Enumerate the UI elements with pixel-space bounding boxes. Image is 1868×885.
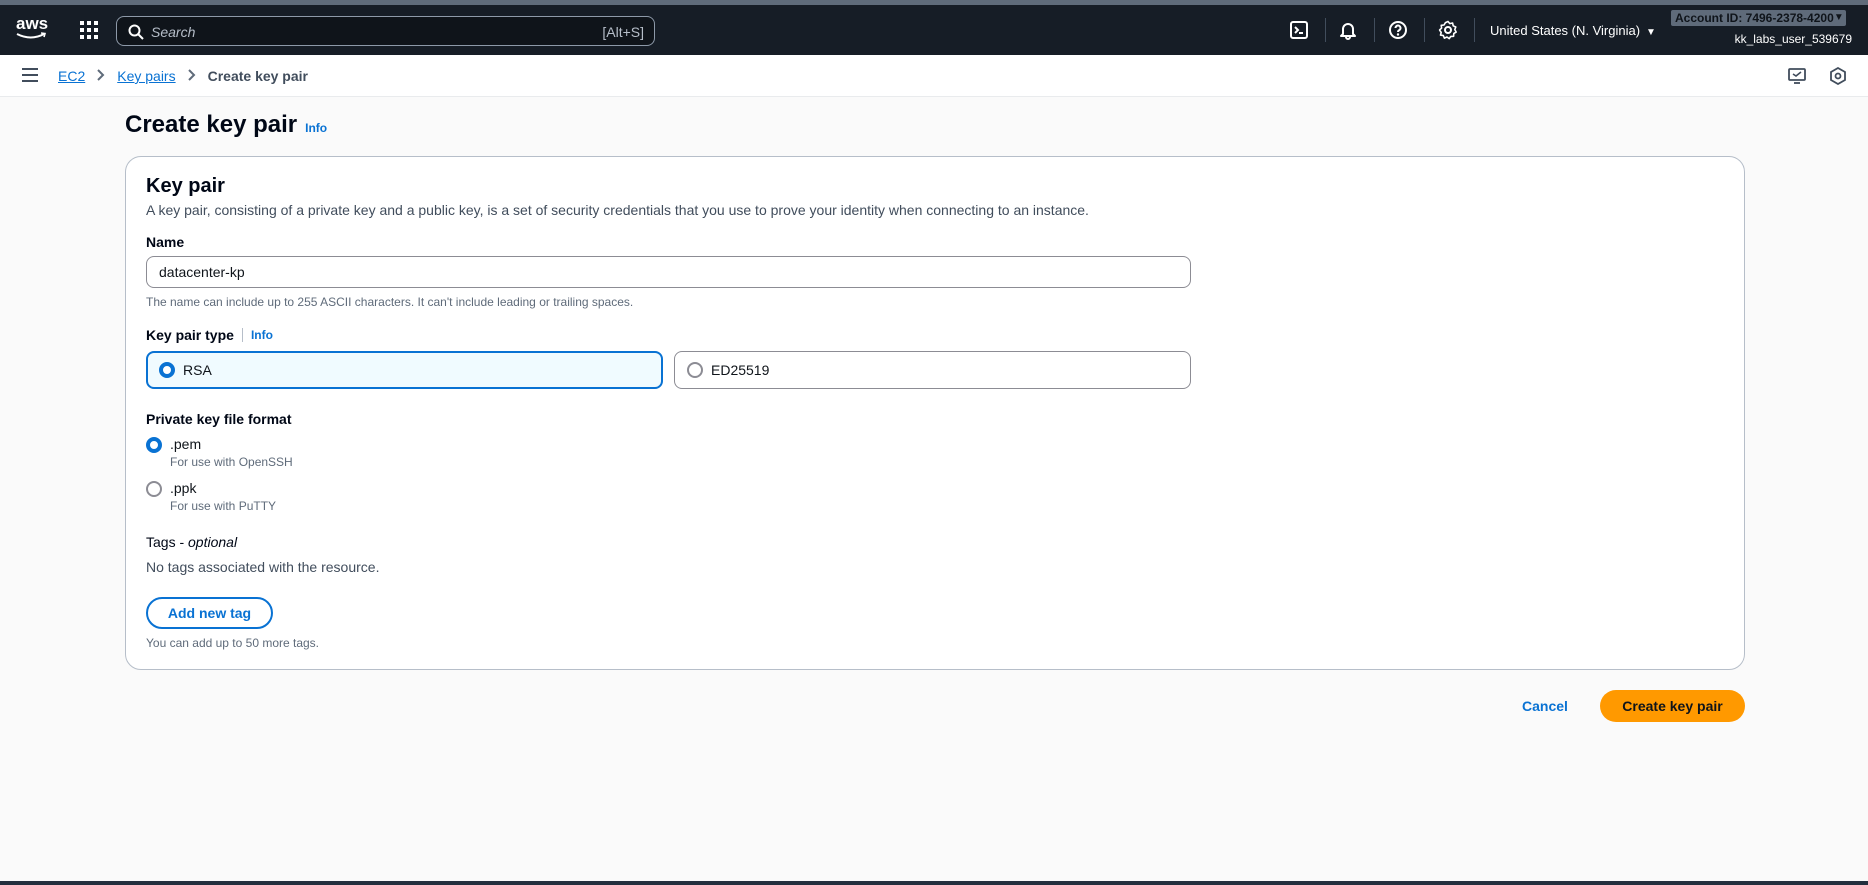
radio-selected-icon[interactable] [146,437,162,453]
format-pem-option[interactable]: .pem For use with OpenSSH [146,436,446,476]
breadcrumb-ec2[interactable]: EC2 [58,68,85,84]
nav-divider [1474,18,1475,42]
bell-icon[interactable] [1338,20,1358,40]
search-shortcut: [Alt+S] [602,24,644,40]
region-selector[interactable]: United States (N. Virginia) ▼ [1490,23,1656,38]
apps-icon[interactable] [80,21,98,39]
create-key-pair-button[interactable]: Create key pair [1600,690,1745,722]
nav-divider [1374,18,1375,42]
nav-divider [1325,18,1326,42]
aws-logo[interactable]: aws [16,15,50,42]
search-placeholder: Search [151,24,196,40]
private-key-format-label: Private key file format [146,411,292,427]
breadcrumb-key-pairs[interactable]: Key pairs [117,68,175,84]
nav-divider [1424,18,1425,42]
name-field[interactable] [146,256,1191,288]
panel-description: A key pair, consisting of a private key … [146,202,1089,218]
breadcrumb: EC2 Key pairs Create key pair [58,68,308,84]
user-name[interactable]: kk_labs_user_539679 [1735,32,1852,46]
radio-selected-icon[interactable] [159,362,175,378]
screen-feedback-icon[interactable] [1788,67,1806,85]
page-title: Create key pair Info [125,111,328,138]
key-pair-type-label: Key pair type Info [146,327,273,343]
key-pair-panel: Key pair A key pair, consisting of a pri… [125,156,1745,670]
caret-down-icon: ▼ [1646,27,1656,38]
breadcrumb-current: Create key pair [207,68,308,84]
tags-hint: You can add up to 50 more tags. [146,636,320,650]
help-icon[interactable] [1388,20,1408,40]
format-ppk-option[interactable]: .ppk For use with PuTTY [146,480,446,520]
hexagon-settings-icon[interactable] [1829,67,1847,85]
aws-smile-icon [16,32,46,39]
chevron-right-icon [97,68,105,84]
add-new-tag-button[interactable]: Add new tag [146,597,273,629]
key-type-ed25519-tile[interactable]: ED25519 [674,351,1191,389]
panel-title: Key pair [146,175,225,197]
cancel-button[interactable]: Cancel [1512,690,1578,722]
breadcrumb-bar: EC2 Key pairs Create key pair [0,55,1868,97]
chevron-right-icon [187,68,196,84]
radio-unselected-icon[interactable] [146,481,162,497]
info-link[interactable]: Info [305,121,327,135]
key-type-rsa-tile[interactable]: RSA [146,351,663,389]
settings-icon[interactable] [1438,20,1458,40]
key-pair-type-info-link[interactable]: Info [241,328,273,342]
cloudshell-icon[interactable] [1289,20,1309,40]
tags-label: Tags - optional [146,534,238,550]
radio-unselected-icon[interactable] [687,362,703,378]
caret-down-icon: ▼ [1833,12,1844,23]
bottom-strip [0,881,1868,885]
tags-empty-text: No tags associated with the resource. [146,559,380,575]
top-navigation: aws Search [Alt+S] United States (N. Vir… [0,0,1868,55]
menu-icon[interactable] [22,68,38,82]
search-icon [128,24,144,40]
name-hint: The name can include up to 255 ASCII cha… [146,295,634,309]
name-label: Name [146,234,185,250]
search-input[interactable]: Search [Alt+S] [116,16,655,46]
account-menu[interactable]: Account ID: 7496-2378-4200 ▼ [1671,10,1846,26]
